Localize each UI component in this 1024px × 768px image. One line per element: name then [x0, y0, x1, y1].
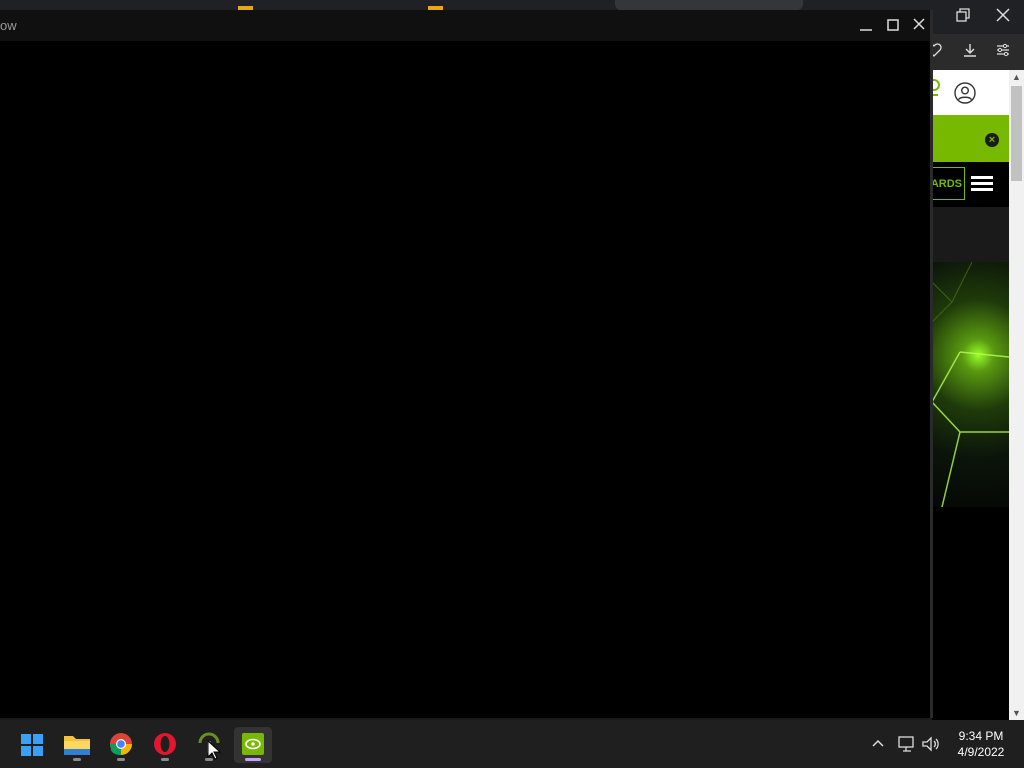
banner-close-icon[interactable]: ×: [985, 133, 999, 147]
running-indicator: [73, 758, 81, 761]
sub-navigation: [932, 207, 1009, 262]
taskbar-nvidia[interactable]: [234, 727, 272, 763]
close-icon[interactable]: [911, 16, 927, 32]
hamburger-menu-icon[interactable]: [971, 176, 993, 192]
start-button[interactable]: [13, 727, 51, 763]
scroll-down-arrow-icon[interactable]: ▼: [1009, 706, 1024, 720]
restore-window-icon[interactable]: [956, 8, 970, 22]
windows-start-icon: [21, 734, 43, 756]
scroll-up-arrow-icon[interactable]: ▲: [1009, 70, 1024, 84]
settings-sliders-icon[interactable]: [995, 42, 1011, 58]
network-icon[interactable]: [897, 735, 917, 753]
taskbar-chrome[interactable]: [102, 727, 140, 763]
game-window-title: ow: [0, 18, 17, 33]
minimize-icon[interactable]: [858, 18, 874, 32]
scrollbar-thumb[interactable]: [1011, 86, 1022, 181]
running-indicator: [117, 758, 125, 761]
hero-hexagon-graphic: [932, 262, 1009, 507]
mouse-cursor-icon: [207, 740, 221, 760]
game-window[interactable]: [0, 10, 930, 718]
clock-date[interactable]: 4/9/2022: [950, 745, 1012, 759]
active-browser-tab[interactable]: [615, 0, 803, 10]
clock-time[interactable]: 9:34 PM: [950, 729, 1012, 743]
taskbar-file-explorer[interactable]: [58, 727, 96, 763]
game-window-titlebar[interactable]: [0, 10, 930, 41]
download-icon[interactable]: [962, 42, 978, 58]
taskbar-opera[interactable]: [146, 727, 184, 763]
chevron-up-icon[interactable]: [870, 735, 886, 751]
window-border: [930, 10, 933, 718]
running-indicator: [161, 758, 169, 761]
close-window-icon[interactable]: [995, 7, 1011, 23]
maximize-icon[interactable]: [886, 18, 900, 32]
active-indicator: [245, 758, 261, 761]
volume-icon[interactable]: [921, 735, 941, 753]
hero-image: [932, 262, 1009, 507]
account-icon[interactable]: [954, 82, 976, 104]
